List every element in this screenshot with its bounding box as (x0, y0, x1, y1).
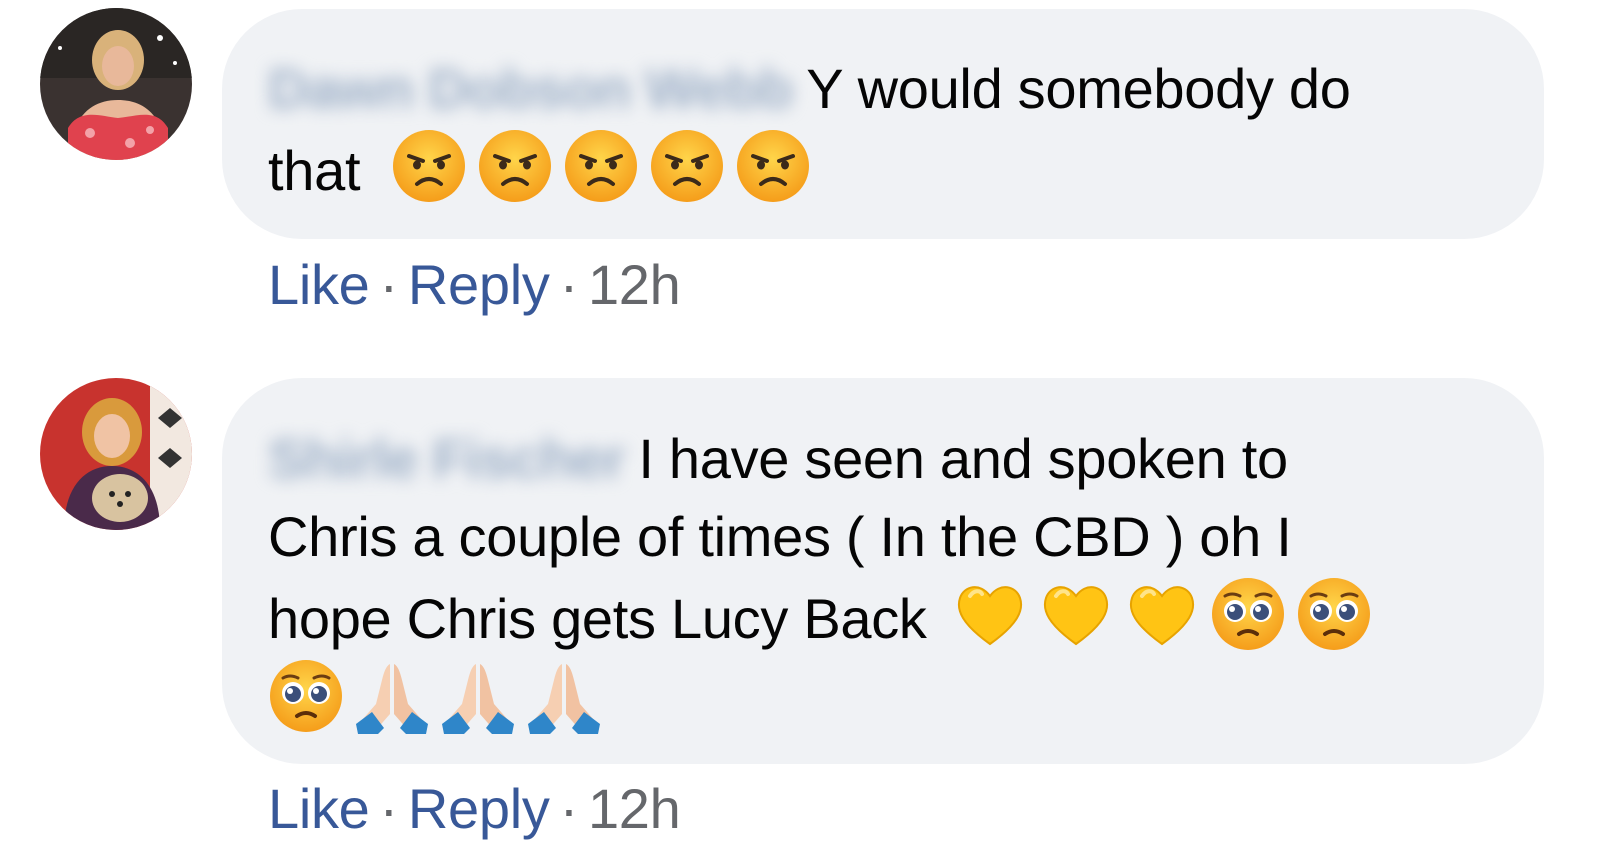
yellow-heart-icon (1124, 576, 1200, 652)
angry-face-icon (563, 128, 639, 204)
comment-bubble: Shirle Fischer I have seen and spoken to … (222, 378, 1544, 764)
pleading-face-icon (268, 658, 344, 734)
like-button[interactable]: Like (268, 253, 370, 316)
folded-hands-icon (526, 658, 602, 734)
separator: · (379, 777, 399, 840)
comment-text-line: that (268, 139, 361, 202)
separator: · (559, 777, 579, 840)
timestamp[interactable]: 12h (588, 777, 681, 840)
reply-button[interactable]: Reply (408, 777, 550, 840)
comment-text-line: I have seen and spoken to (638, 427, 1288, 490)
pleading-face-icon (1296, 576, 1372, 652)
angry-face-icon (735, 128, 811, 204)
like-button[interactable]: Like (268, 777, 370, 840)
reply-button[interactable]: Reply (408, 253, 550, 316)
comment-bubble: Dawn Dobson Webb Y would somebody do that (222, 9, 1544, 239)
yellow-heart-icon (952, 576, 1028, 652)
angry-face-icon (649, 128, 725, 204)
angry-face-icon (391, 128, 467, 204)
avatar[interactable] (40, 378, 192, 530)
pleading-face-icon (1210, 576, 1286, 652)
comment-text: Dawn Dobson Webb Y would somebody do that (268, 50, 1498, 210)
separator: · (559, 253, 579, 316)
comment-actions: Like · Reply · 12h (268, 776, 681, 841)
comment-text-line: Y would somebody do (806, 57, 1351, 120)
folded-hands-icon (354, 658, 430, 734)
comment-actions: Like · Reply · 12h (268, 252, 681, 317)
timestamp[interactable]: 12h (588, 253, 681, 316)
comment-text: Shirle Fischer I have seen and spoken to … (268, 420, 1498, 740)
separator: · (379, 253, 399, 316)
comment-text-line: Chris a couple of times ( In the CBD ) o… (268, 505, 1292, 568)
author-name[interactable]: Shirle Fischer (268, 420, 625, 498)
author-name[interactable]: Dawn Dobson Webb (268, 50, 793, 128)
comment-text-line: hope Chris gets Lucy Back (268, 587, 927, 650)
avatar[interactable] (40, 8, 192, 160)
folded-hands-icon (440, 658, 516, 734)
angry-face-icon (477, 128, 553, 204)
yellow-heart-icon (1038, 576, 1114, 652)
